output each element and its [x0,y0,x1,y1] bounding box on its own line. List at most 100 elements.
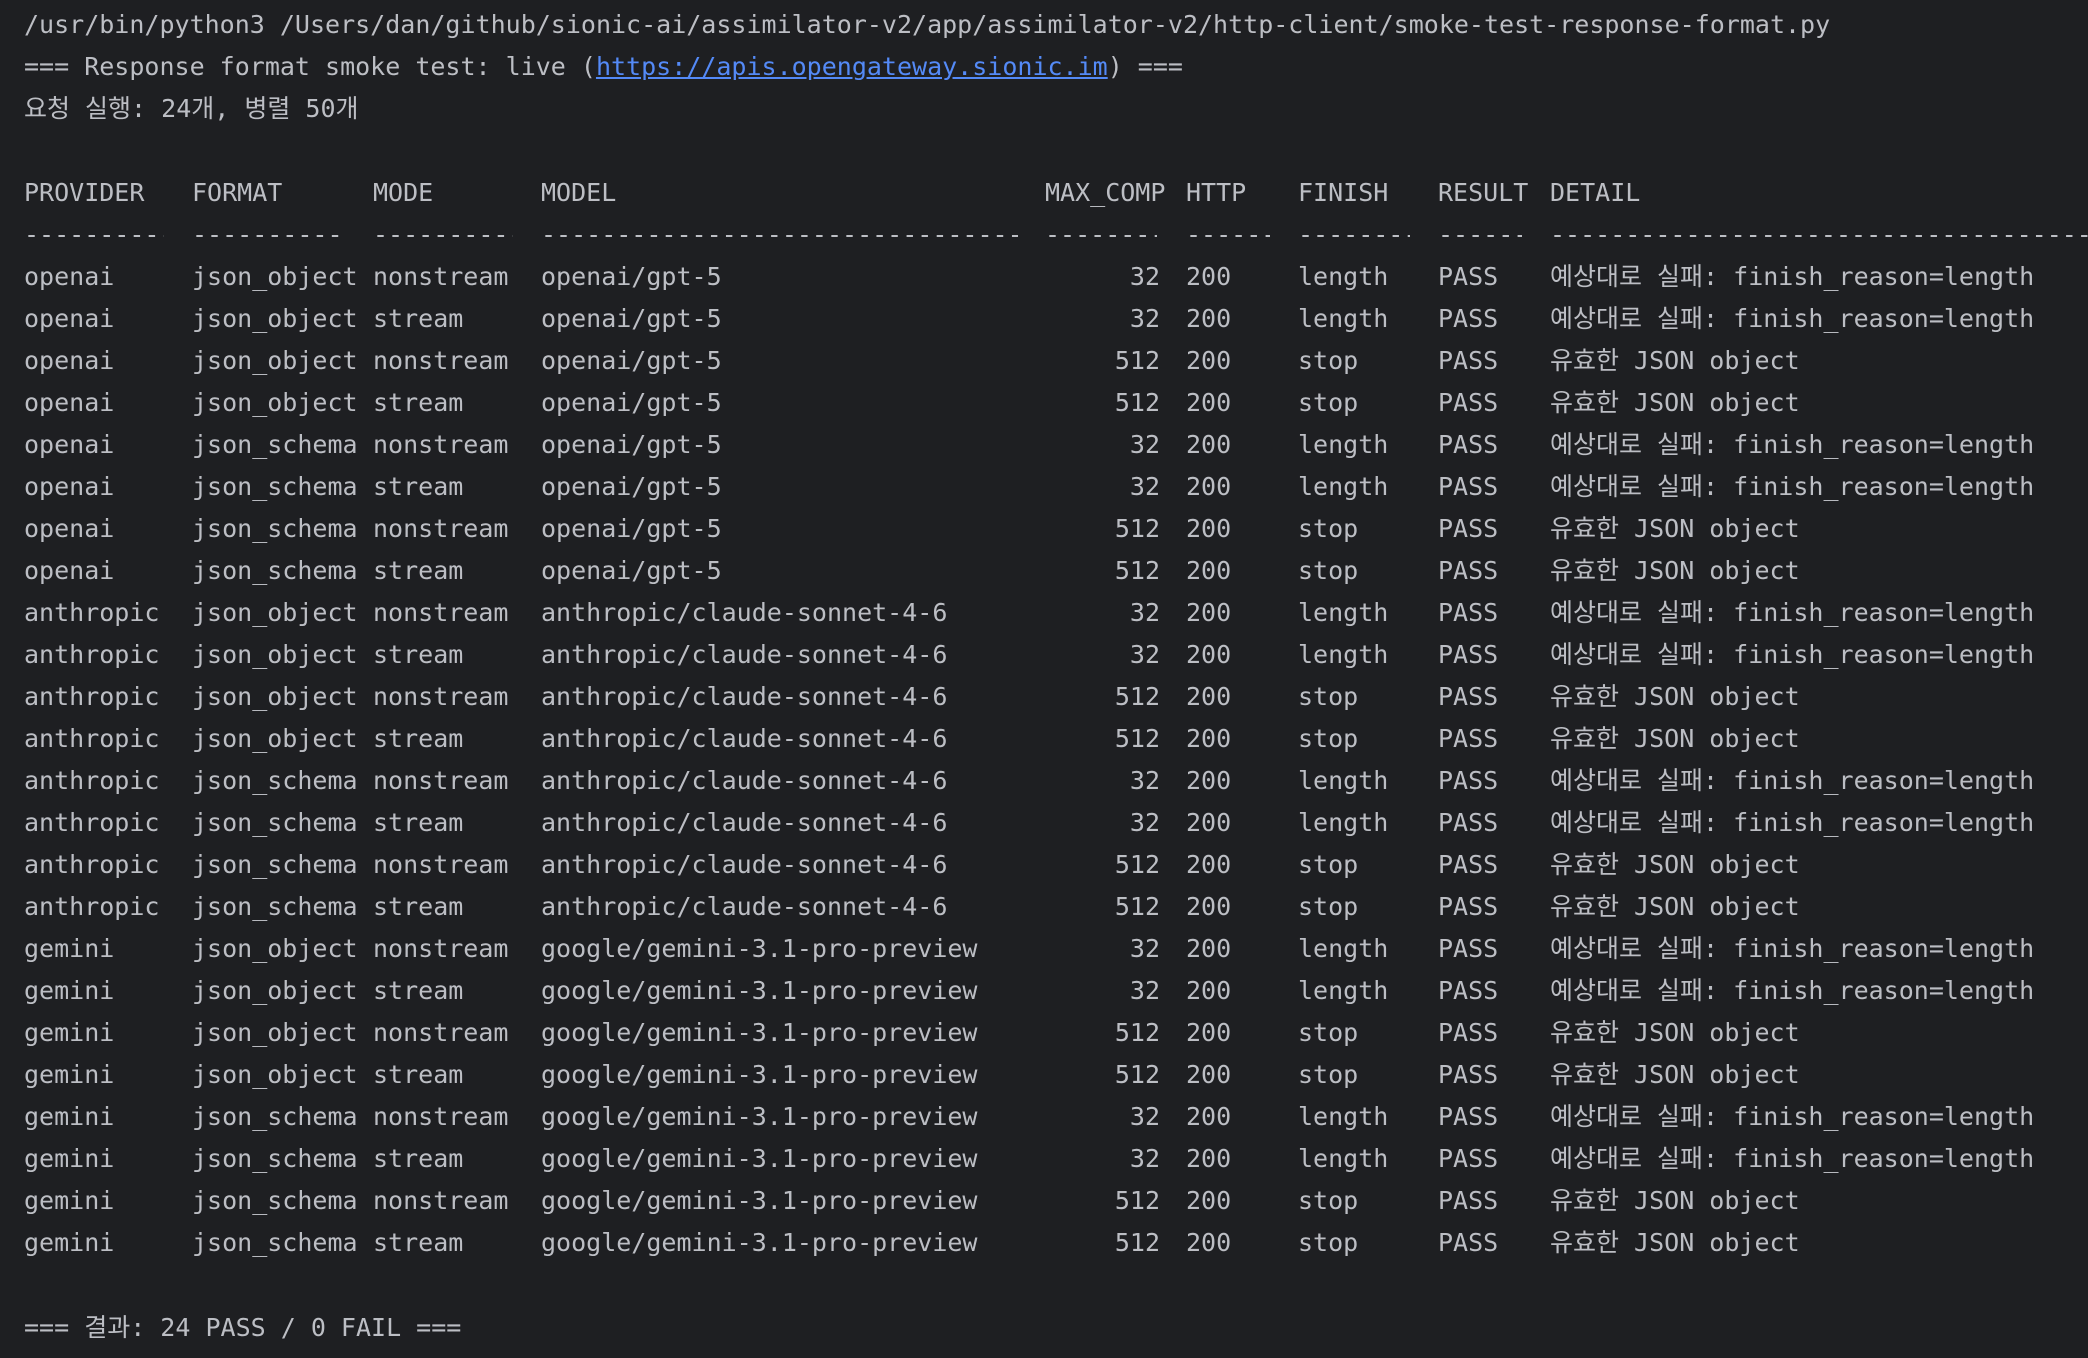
table-cell-result: PASS [1438,724,1499,753]
api-url-link[interactable]: https://apis.opengateway.sionic.im [596,52,1108,81]
table-cell-finish: stop [1298,682,1359,711]
table-cell-max-comp: 512 [1114,1228,1160,1257]
table-cell-http: 200 [1186,430,1232,459]
table-cell-finish: length [1298,976,1389,1005]
table-cell-detail: 예상대로 실패: finish_reason=length [1550,766,2035,795]
table-cell-mode: stream [373,892,464,921]
table-cell-http: 200 [1186,388,1232,417]
table-cell-max-comp: 32 [1129,430,1160,459]
table-cell-http: 200 [1186,1018,1232,1047]
table-cell-max-comp: 512 [1114,850,1160,879]
table-cell-model: anthropic/claude-sonnet-4-6 [541,598,948,627]
table-cell-result: PASS [1438,1060,1499,1089]
table-cell-mode: nonstream [373,262,509,291]
table-cell-detail: 예상대로 실패: finish_reason=length [1550,640,2035,669]
table-cell-format: json_object [192,1018,358,1047]
table-cell-detail: 유효한 JSON object [1550,1018,1800,1047]
table-cell-http: 200 [1186,472,1232,501]
banner-suffix: ) === [1107,52,1183,81]
table-cell-finish: stop [1298,850,1359,879]
table-cell-finish: stop [1298,388,1359,417]
table-cell-finish: length [1298,304,1389,333]
column-header-http: HTTP [1186,178,1247,207]
table-cell-result: PASS [1438,1102,1499,1131]
table-cell-mode: nonstream [373,346,509,375]
table-cell-format: json_object [192,598,358,627]
table-cell-max-comp: 32 [1129,640,1160,669]
table-cell-provider: anthropic [24,682,160,711]
header-rule-provider: ---------- [24,220,164,249]
table-cell-http: 200 [1186,892,1232,921]
table-cell-result: PASS [1438,1228,1499,1257]
table-cell-result: PASS [1438,808,1499,837]
table-cell-provider: openai [24,388,115,417]
table-cell-model: openai/gpt-5 [541,472,722,501]
table-cell-finish: stop [1298,724,1359,753]
table-cell-format: json_object [192,934,358,963]
table-cell-format: json_schema [192,1228,358,1257]
table-cell-finish: length [1298,472,1389,501]
table-cell-result: PASS [1438,388,1499,417]
table-cell-mode: nonstream [373,514,509,543]
table-cell-http: 200 [1186,934,1232,963]
column-header-result: RESULT [1438,178,1529,207]
table-cell-result: PASS [1438,1186,1499,1215]
table-cell-format: json_object [192,976,358,1005]
table-cell-http: 200 [1186,682,1232,711]
table-cell-max-comp: 512 [1114,682,1160,711]
table-cell-model: google/gemini-3.1-pro-preview [541,1102,978,1131]
summary-line: === 결과: 24 PASS / 0 FAIL === [24,1313,462,1342]
table-cell-finish: length [1298,1144,1389,1173]
table-cell-provider: openai [24,346,115,375]
table-cell-provider: anthropic [24,850,160,879]
table-cell-result: PASS [1438,1018,1499,1047]
table-cell-detail: 예상대로 실패: finish_reason=length [1550,1144,2035,1173]
table-cell-result: PASS [1438,850,1499,879]
table-cell-format: json_schema [192,430,358,459]
table-cell-provider: gemini [24,1144,115,1173]
table-cell-max-comp: 32 [1129,976,1160,1005]
table-cell-detail: 유효한 JSON object [1550,892,1800,921]
table-cell-format: json_object [192,640,358,669]
table-cell-result: PASS [1438,934,1499,963]
header-rule-finish: -------- [1298,220,1410,249]
terminal-output[interactable]: /usr/bin/python3 /Users/dan/github/sioni… [0,0,2088,1358]
table-cell-format: json_schema [192,472,358,501]
table-cell-max-comp: 32 [1129,766,1160,795]
header-rule-max-comp: -------- [1045,220,1157,249]
table-cell-format: json_schema [192,808,358,837]
table-cell-format: json_schema [192,1144,358,1173]
table-cell-http: 200 [1186,346,1232,375]
table-cell-provider: anthropic [24,598,160,627]
table-cell-detail: 예상대로 실패: finish_reason=length [1550,430,2035,459]
table-cell-model: anthropic/claude-sonnet-4-6 [541,892,948,921]
table-cell-model: openai/gpt-5 [541,304,722,333]
table-cell-model: anthropic/claude-sonnet-4-6 [541,766,948,795]
table-cell-model: openai/gpt-5 [541,388,722,417]
table-cell-max-comp: 512 [1114,388,1160,417]
table-cell-provider: openai [24,556,115,585]
table-cell-mode: nonstream [373,934,509,963]
table-cell-http: 200 [1186,724,1232,753]
table-cell-model: openai/gpt-5 [541,346,722,375]
column-header-mode: MODE [373,178,434,207]
table-cell-provider: openai [24,262,115,291]
table-cell-detail: 예상대로 실패: finish_reason=length [1550,598,2035,627]
table-cell-mode: stream [373,1144,464,1173]
table-cell-detail: 예상대로 실패: finish_reason=length [1550,262,2035,291]
table-cell-model: google/gemini-3.1-pro-preview [541,1144,978,1173]
table-cell-mode: nonstream [373,1186,509,1215]
table-cell-mode: stream [373,304,464,333]
column-header-provider: PROVIDER [24,178,145,207]
table-cell-max-comp: 32 [1129,472,1160,501]
table-cell-model: openai/gpt-5 [541,556,722,585]
table-cell-detail: 유효한 JSON object [1550,850,1800,879]
header-rule-result: ------ [1438,220,1522,249]
table-cell-finish: stop [1298,1018,1359,1047]
table-cell-model: openai/gpt-5 [541,430,722,459]
table-cell-http: 200 [1186,1144,1232,1173]
table-cell-max-comp: 32 [1129,262,1160,291]
table-cell-format: json_schema [192,892,358,921]
table-cell-provider: openai [24,430,115,459]
header-rule-mode: ---------- [373,220,513,249]
